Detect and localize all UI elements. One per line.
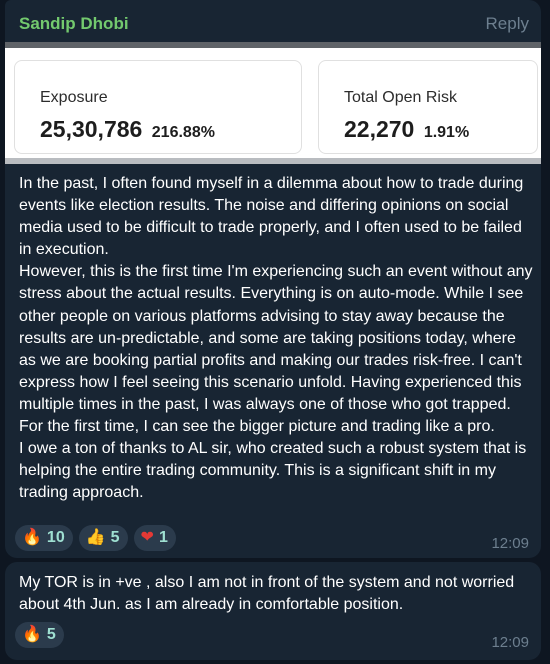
exposure-percent: 216.88% [151,124,215,141]
total-open-risk-label: Total Open Risk [344,89,457,106]
message-bubble[interactable]: My TOR is in +ve , also I am not in fron… [5,562,541,660]
message-text: My TOR is in +ve , also I am not in fron… [19,574,519,614]
heart-icon: ❤ [140,529,154,546]
fire-icon: 🔥 [22,626,42,643]
total-open-risk-value: 22,270 [344,116,415,142]
total-open-risk-card: Total Open Risk 22,270 1.91% [318,60,538,154]
attached-screenshot[interactable]: Exposure 25,30,786 216.88% Total Open Ri… [5,42,541,164]
reaction-count: 5 [46,626,56,643]
thumbs-up-icon: 👍 [85,529,106,546]
reaction-heart[interactable]: ❤ 1 [133,525,176,551]
message-header: Sandip Dhobi Reply [5,0,541,42]
fire-icon: 🔥 [22,529,42,546]
message-bubble[interactable]: Sandip Dhobi Reply Exposure 25,30,786 21… [5,0,541,558]
exposure-value: 25,30,786 [40,116,143,142]
reaction-fire[interactable]: 🔥 5 [15,622,64,648]
reply-button[interactable]: Reply [486,14,529,34]
message-time: 12:09 [491,535,529,552]
reaction-thumbs-up[interactable]: 👍 5 [78,525,128,551]
sender-name[interactable]: Sandip Dhobi [19,14,129,34]
total-open-risk-percent: 1.91% [423,124,470,141]
reaction-count: 5 [110,529,120,546]
message-text: In the past, I often found myself in a d… [19,175,533,502]
reaction-count: 1 [158,529,168,546]
exposure-card: Exposure 25,30,786 216.88% [14,60,302,154]
exposure-label: Exposure [40,89,108,106]
reaction-count: 10 [46,529,65,546]
reactions-bar: 🔥 5 [15,622,64,648]
reactions-bar: 🔥 10 👍 5 ❤ 1 [15,525,176,551]
reaction-fire[interactable]: 🔥 10 [15,525,73,551]
message-time: 12:09 [491,634,529,651]
